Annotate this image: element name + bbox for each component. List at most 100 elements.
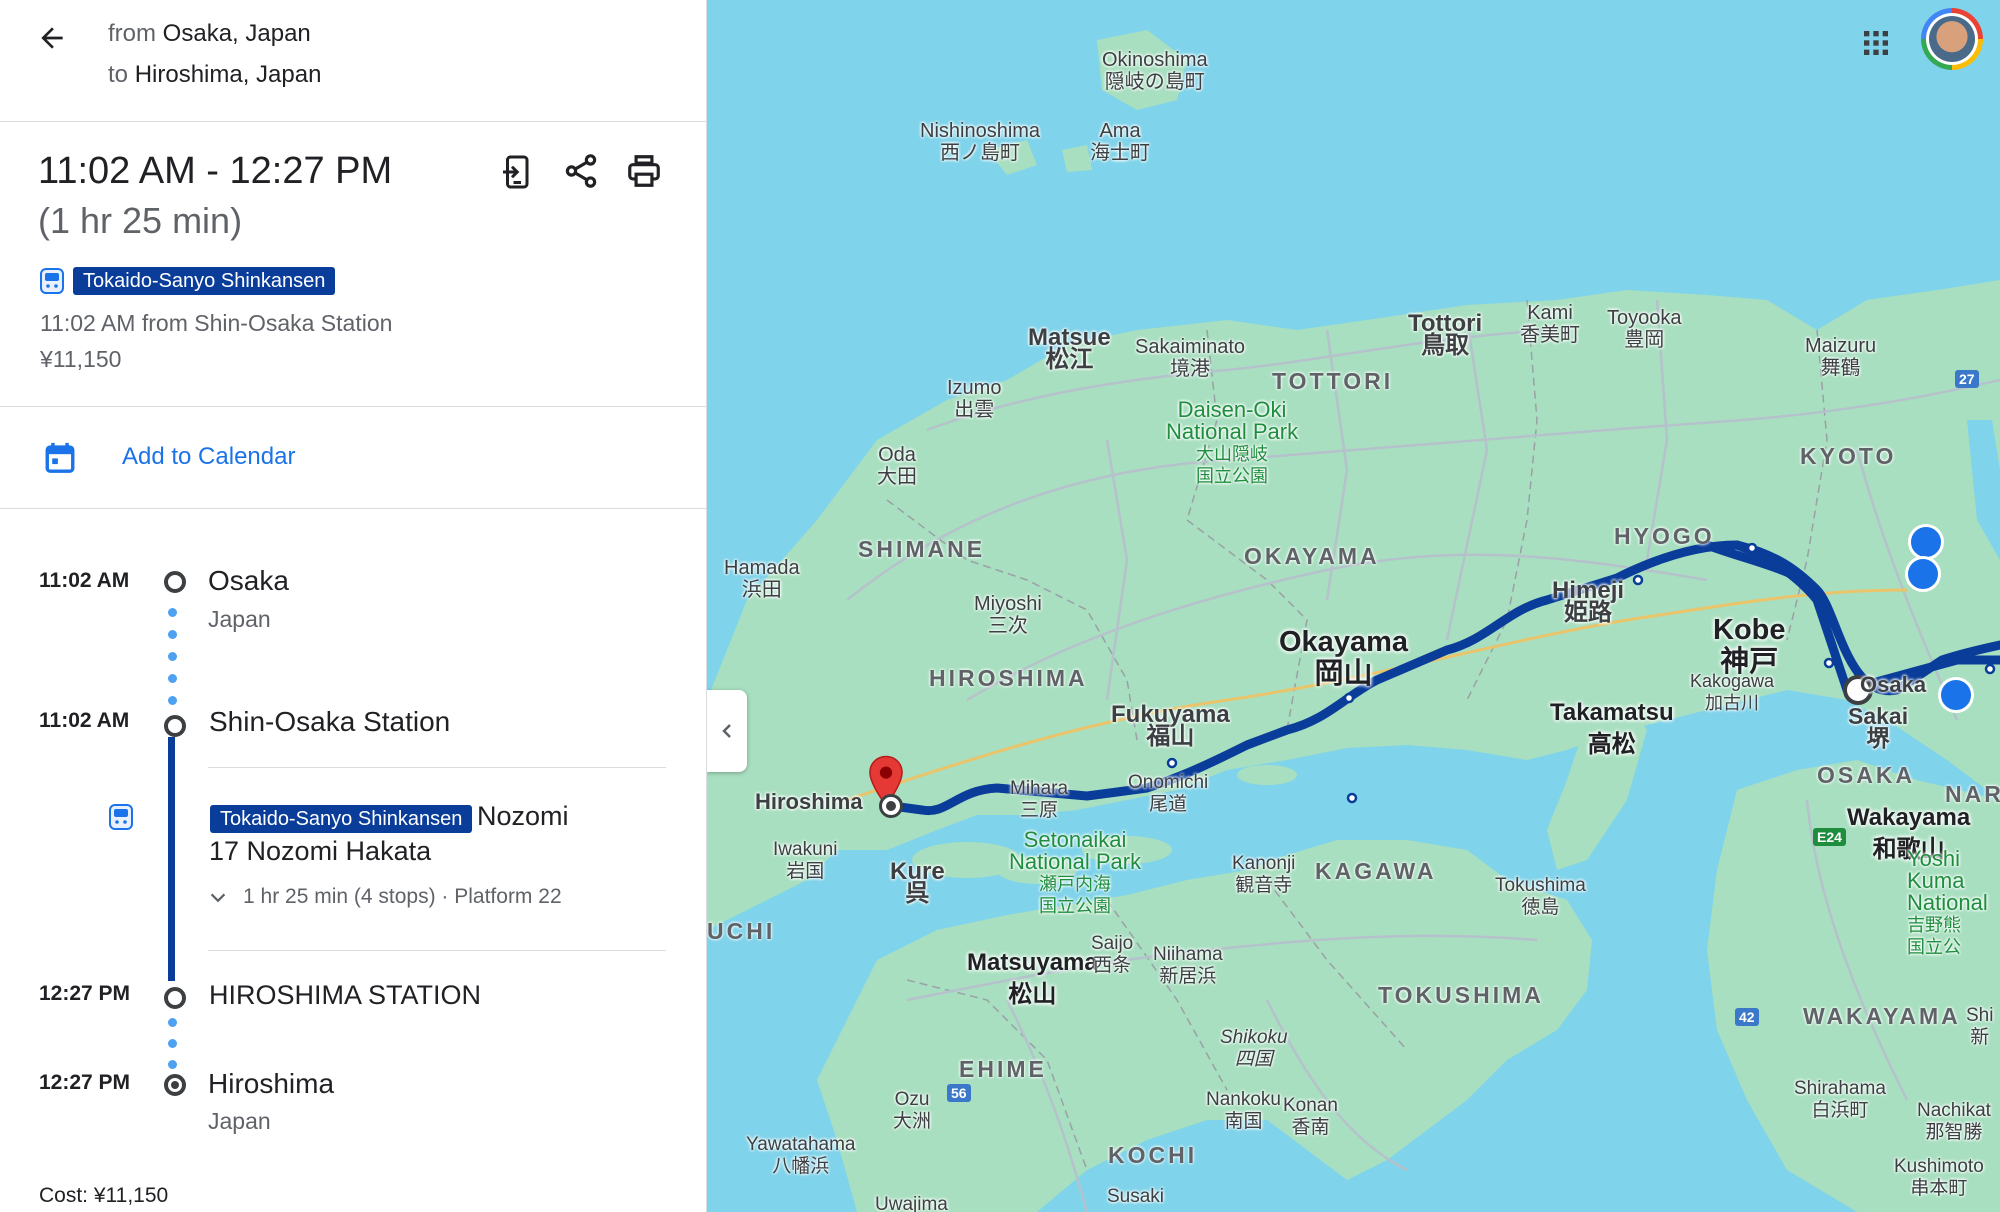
city-label-matsue[interactable]: Matsue 松江 — [1028, 326, 1111, 372]
place-label[interactable]: Ozu 大洲 — [893, 1089, 931, 1133]
place-label[interactable]: Maizuru 舞鶴 — [1805, 335, 1876, 379]
place-label[interactable]: Sakaiminato 境港 — [1135, 336, 1245, 380]
expand-stops-button[interactable]: 1 hr 25 min (4 stops) · Platform 22 — [205, 880, 585, 916]
place-label[interactable]: Kakogawa 加古川 — [1690, 670, 1774, 714]
city-label-osaka[interactable]: Osaka — [1860, 674, 1926, 696]
city-label-tottori[interactable]: Tottori 鳥取 — [1408, 312, 1482, 359]
park-label[interactable]: Daisen-Oki National Park 大山隠岐 国立公園 — [1166, 399, 1298, 487]
city-label-fukuyama[interactable]: Fukuyama 福山 — [1111, 703, 1230, 749]
place-label[interactable]: Oda 大田 — [877, 444, 917, 488]
place-label[interactable]: Nishinoshima 西ノ島町 — [920, 120, 1040, 164]
stop-time: 12:27 PM — [39, 1071, 131, 1094]
city-name-jp: 鳥取 — [1421, 332, 1470, 359]
place-label[interactable]: Nankoku 南国 — [1206, 1089, 1281, 1133]
place-label[interactable]: Shikoku 四国 — [1220, 1027, 1288, 1071]
place-label[interactable]: Saijo 西条 — [1091, 933, 1133, 977]
place-label[interactable]: Susaki — [1107, 1186, 1164, 1208]
place-name-jp: 加古川 — [1705, 693, 1760, 713]
place-label[interactable]: Konan 香南 — [1283, 1095, 1338, 1139]
directions-panel: from Osaka, Japan to Hiroshima, Japan 11… — [0, 0, 707, 1212]
city-label-matsuyama[interactable]: Matsuyama 松山 — [967, 947, 1098, 1011]
place-label[interactable]: Toyooka 豊岡 — [1607, 307, 1682, 351]
place-label[interactable]: Kami 香美町 — [1520, 302, 1580, 346]
stop-name[interactable]: Shin-Osaka Station — [209, 706, 450, 738]
place-label[interactable]: Kushimoto 串本町 — [1894, 1156, 1984, 1200]
place-label[interactable]: Niihama 新居浜 — [1153, 944, 1223, 988]
city-label-okayama[interactable]: Okayama 岡山 — [1279, 626, 1408, 690]
transit-station-icon[interactable] — [1905, 556, 1941, 592]
stop-name[interactable]: HIROSHIMA STATION — [209, 980, 481, 1011]
place-label[interactable]: Kanonji 観音寺 — [1232, 853, 1295, 897]
place-label[interactable]: Yawatahama 八幡浜 — [746, 1134, 856, 1178]
place-label[interactable]: Ama 海士町 — [1090, 120, 1150, 164]
place-label[interactable]: Izumo 出雲 — [947, 377, 1001, 421]
print-icon[interactable] — [624, 152, 664, 190]
city-label-himeji[interactable]: Himeji 姫路 — [1552, 579, 1624, 625]
place-label[interactable]: Onomichi 尾道 — [1128, 772, 1208, 816]
prefecture-label: KYOTO — [1800, 443, 1897, 469]
place-name: Nishinoshima — [920, 120, 1041, 142]
city-label-kure[interactable]: Kure 呉 — [890, 860, 945, 907]
place-name-jp: 西ノ島町 — [940, 142, 1021, 164]
place-label[interactable]: Hamada 浜田 — [724, 557, 800, 601]
fare: ¥11,150 — [40, 346, 122, 372]
park-label[interactable]: Yoshi Kuma National 吉野熊 国立公 — [1907, 848, 1988, 958]
place-label[interactable]: Nachikat 那智勝 — [1917, 1100, 1991, 1144]
city-name: Kobe — [1713, 614, 1786, 646]
stop-name[interactable]: Osaka — [208, 565, 289, 597]
place-name: Kakogawa — [1690, 671, 1775, 691]
destination-marker — [879, 794, 903, 818]
place-label[interactable]: Uwajima — [875, 1194, 948, 1212]
avatar[interactable] — [1921, 8, 1983, 70]
place-label[interactable]: Shi 新 — [1966, 1005, 1993, 1049]
send-to-phone-icon[interactable] — [500, 152, 536, 192]
transit-station-icon[interactable] — [1938, 677, 1974, 713]
park-name-jp: 国立公園 — [1196, 466, 1269, 486]
place-name: Sakaiminato — [1135, 336, 1246, 358]
map-canvas[interactable]: 27 E24 56 42 TOTTORI SHIMANE OKAYAMA HYO… — [707, 0, 2000, 1212]
city-label-takamatsu[interactable]: Takamatsu 高松 — [1550, 697, 1674, 761]
cost-footer: Cost: ¥11,150 — [39, 1184, 169, 1207]
place-label[interactable]: Shirahama 白浜町 — [1794, 1078, 1886, 1122]
place-name-jp: 観音寺 — [1235, 875, 1293, 896]
walk-dot — [168, 696, 177, 705]
place-name: Shikoku — [1220, 1027, 1288, 1048]
apps-grid-icon[interactable] — [1860, 27, 1892, 59]
park-name-jp: 大山隠岐 — [1196, 444, 1269, 464]
to-line[interactable]: to Hiroshima, Japan — [108, 61, 321, 89]
walk-dot — [168, 1060, 177, 1069]
place-label[interactable]: Iwakuni 岩国 — [773, 839, 837, 883]
transit-station-icon[interactable] — [1908, 524, 1944, 560]
place-name-jp: 四国 — [1234, 1049, 1273, 1070]
park-name: Kuma — [1907, 868, 1965, 893]
city-label-sakai[interactable]: Sakai 堺 — [1848, 705, 1908, 750]
place-name: Kushimoto — [1894, 1156, 1984, 1177]
add-to-calendar-button[interactable]: Add to Calendar — [0, 407, 706, 507]
place-name: Ama — [1099, 120, 1141, 142]
prefecture-label: OSAKA — [1817, 762, 1916, 788]
to-prefix: to — [108, 61, 129, 88]
city-name-jp: 呉 — [905, 880, 930, 907]
place-label[interactable]: Okinoshima 隠岐の島町 — [1102, 49, 1208, 93]
stop-time: 12:27 PM — [39, 982, 131, 1005]
train-suffix: Nozomi — [477, 801, 569, 831]
place-name: Iwakuni — [773, 839, 838, 860]
city-label-hiroshima[interactable]: Hiroshima — [755, 791, 863, 813]
share-icon[interactable] — [562, 152, 600, 190]
from-line[interactable]: from Osaka, Japan — [108, 20, 311, 48]
walk-dot — [168, 652, 177, 661]
park-label[interactable]: Setonaikai National Park 瀬戸内海 国立公園 — [1009, 829, 1141, 917]
place-label[interactable]: Tokushima 徳島 — [1495, 875, 1586, 919]
city-label-kobe[interactable]: Kobe 神戸 — [1713, 614, 1786, 678]
place-label[interactable]: Miyoshi 三次 — [974, 593, 1042, 637]
back-arrow-icon[interactable] — [36, 22, 68, 54]
park-name-jp: 国立公園 — [1039, 896, 1112, 916]
train-name: 17 Nozomi Hakata — [209, 836, 432, 866]
transit-details: 1 hr 25 min (4 stops) · Platform 22 — [243, 885, 562, 908]
place-name-jp: 三次 — [987, 615, 1028, 637]
place-name-jp: 新居浜 — [1159, 966, 1217, 987]
stop-name[interactable]: Hiroshima — [208, 1068, 334, 1100]
place-label[interactable]: Mihara 三原 — [1010, 778, 1068, 822]
calendar-icon — [45, 442, 75, 473]
collapse-panel-button[interactable] — [707, 690, 747, 772]
